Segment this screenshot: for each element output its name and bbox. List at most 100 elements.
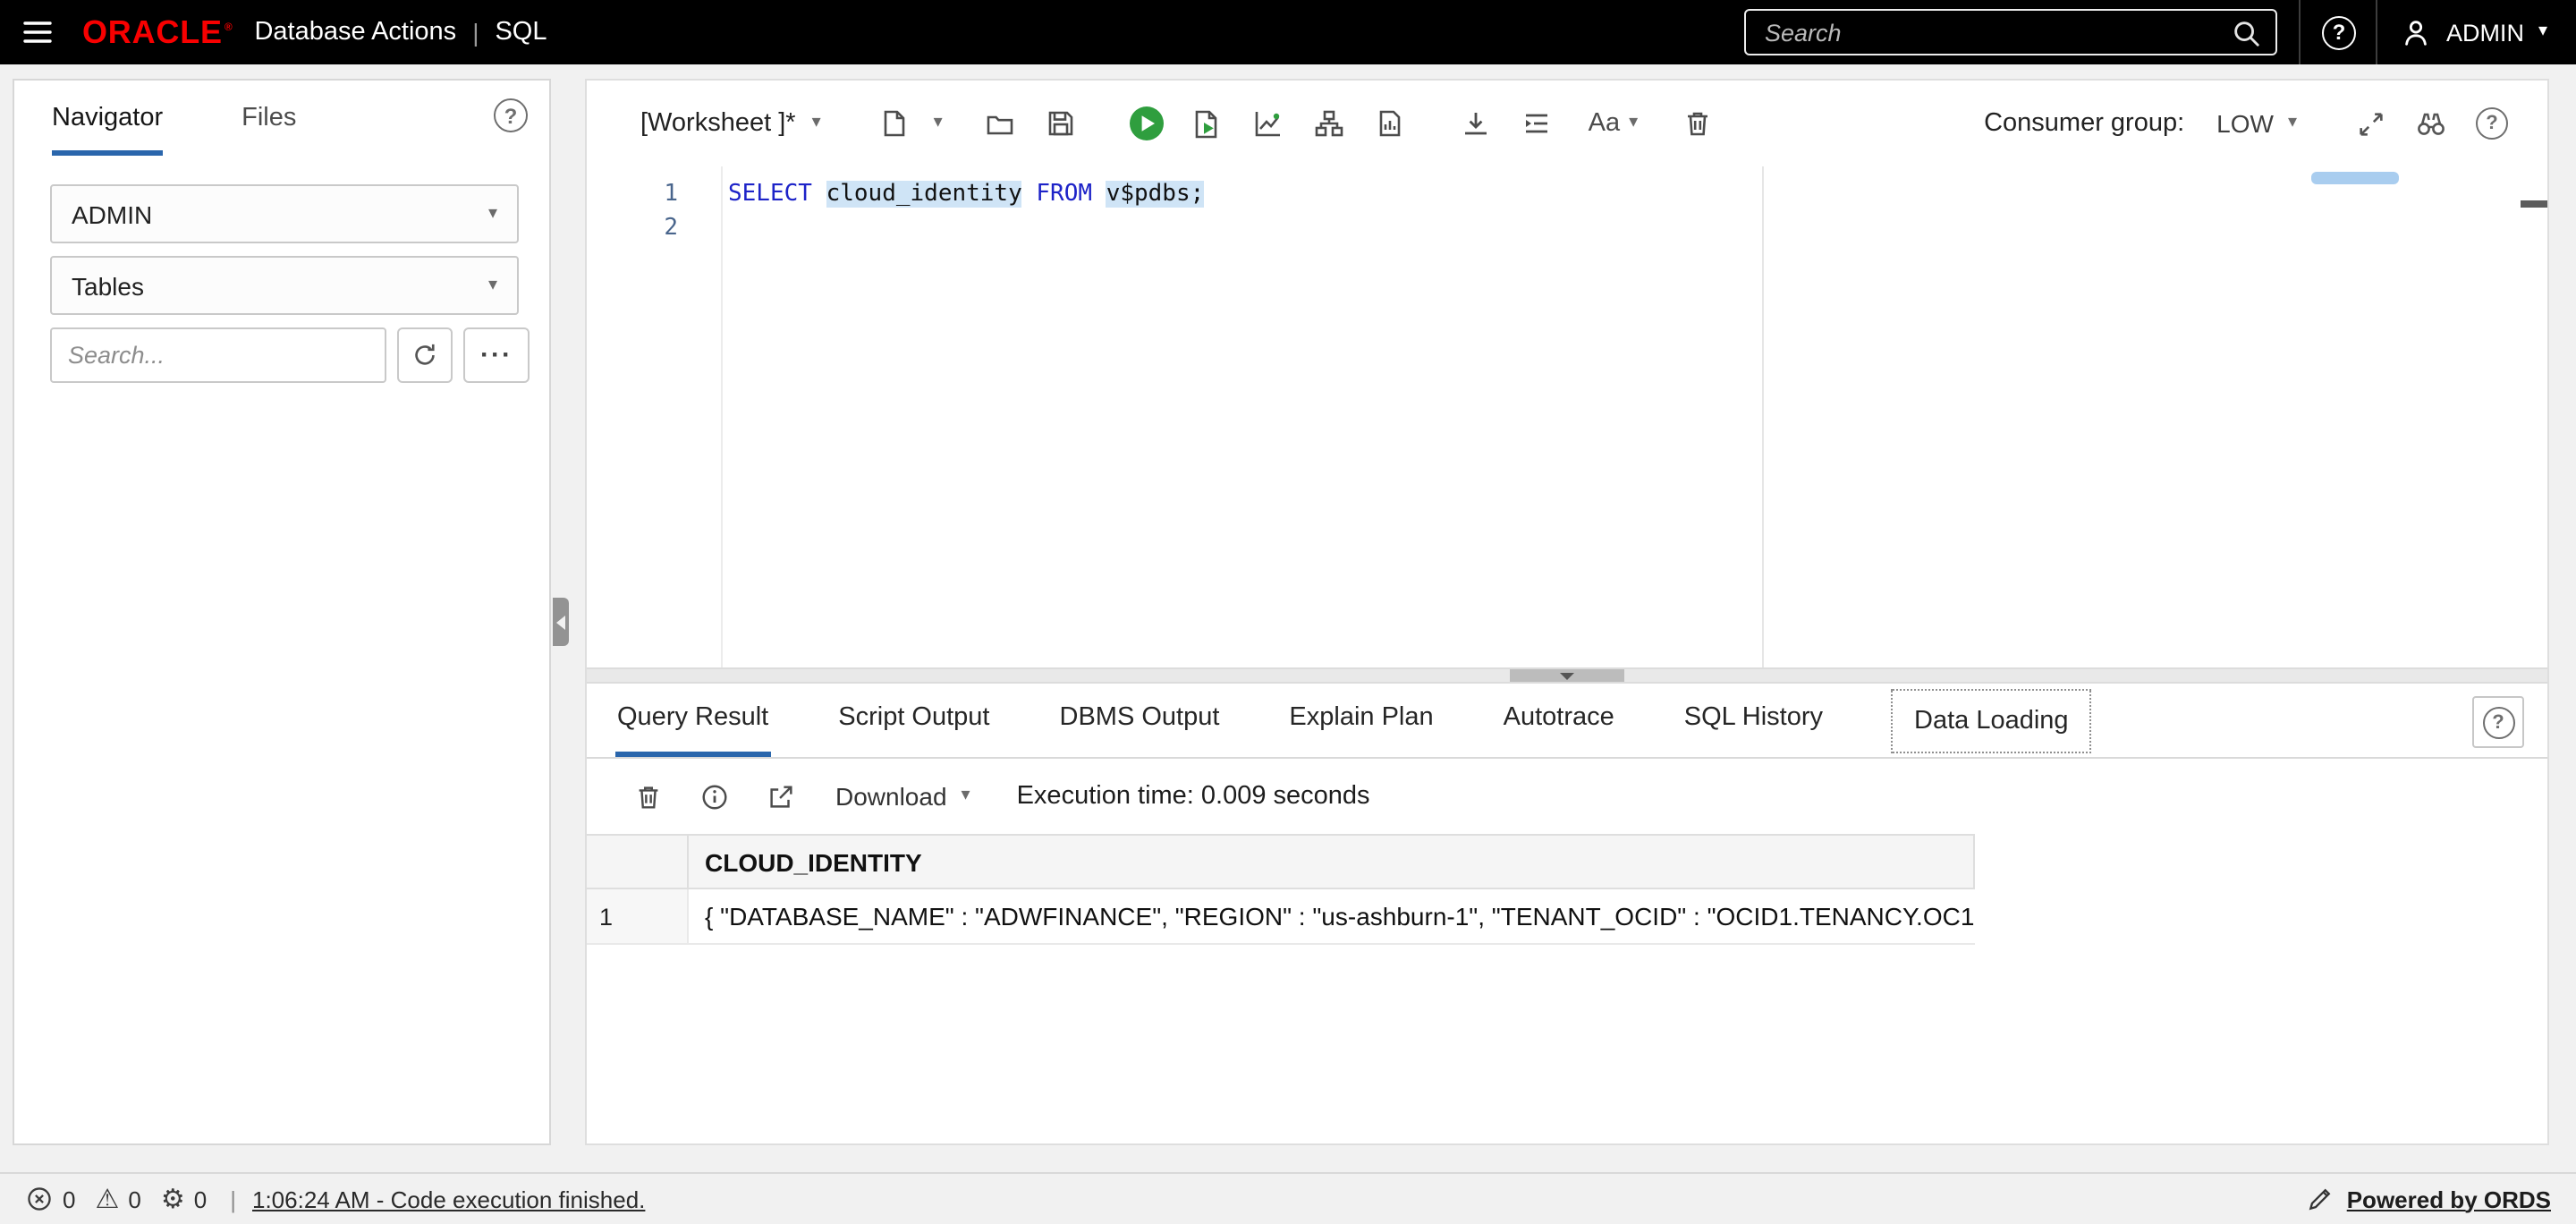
help-icon xyxy=(494,98,528,132)
row-number-cell: 1 xyxy=(587,889,689,943)
ellipsis-icon xyxy=(480,342,513,369)
app: ORACLE Database Actions | SQL ADMIN Navi… xyxy=(0,0,2576,1224)
find-binoculars-icon[interactable] xyxy=(2401,95,2462,152)
worksheet-title-dropdown[interactable]: [Worksheet ]* xyxy=(640,109,821,138)
sql-identifier: v$pdbs; xyxy=(1106,181,1205,208)
chevron-down-icon xyxy=(2288,115,2297,132)
error-count: 0 xyxy=(63,1186,76,1212)
consumer-group-value: LOW xyxy=(2216,109,2274,138)
powered-by-ords-link[interactable]: Powered by ORDS xyxy=(2306,1185,2551,1213)
help-icon xyxy=(2321,15,2356,49)
row-number-header[interactable] xyxy=(587,836,689,888)
tab-data-loading[interactable]: Data Loading xyxy=(1891,688,2092,752)
tab-sql-history[interactable]: SQL History xyxy=(1682,684,1825,757)
tab-query-result[interactable]: Query Result xyxy=(615,684,771,757)
help-button[interactable] xyxy=(2301,0,2377,64)
chevron-down-icon xyxy=(934,115,943,132)
column-header[interactable]: CLOUD_IDENTITY xyxy=(689,836,1973,888)
download-data-icon[interactable] xyxy=(1445,95,1506,152)
worksheet-toolbar: [Worksheet ]* ▾ ▾ Aa ▾ Consumer group: L… xyxy=(587,81,2547,166)
format-code-icon[interactable] xyxy=(1506,95,1567,152)
maximize-icon[interactable] xyxy=(2340,95,2401,152)
info-icon[interactable] xyxy=(682,768,748,825)
new-worksheet-icon[interactable] xyxy=(864,95,925,152)
result-table: CLOUD_IDENTITY 1 { "DATABASE_NAME" : "AD… xyxy=(587,834,2547,945)
error-circle-icon xyxy=(25,1185,54,1213)
explain-plan-icon[interactable] xyxy=(1238,95,1299,152)
sql-keyword: SELECT xyxy=(728,181,826,208)
consumer-group-select[interactable]: LOW xyxy=(2216,109,2297,138)
tab-files[interactable]: Files xyxy=(242,81,296,156)
tab-explain-plan[interactable]: Explain Plan xyxy=(1287,684,1435,757)
tab-dbms-output[interactable]: DBMS Output xyxy=(1058,684,1222,757)
app-section-sql: SQL xyxy=(495,18,547,47)
panel-collapse-handle[interactable] xyxy=(553,598,569,646)
status-message-link[interactable]: 1:06:24 AM - Code execution finished. xyxy=(252,1186,645,1212)
tab-autotrace[interactable]: Autotrace xyxy=(1502,684,1616,757)
run-script-button[interactable] xyxy=(1177,95,1238,152)
editor-margin-guide xyxy=(1762,166,1764,667)
table-row[interactable]: 1 { "DATABASE_NAME" : "ADWFINANCE", "REG… xyxy=(587,889,1975,945)
line-number: 1 xyxy=(664,181,678,208)
status-bar: 0 ⚠ 0 ⚙ 0 | 1:06:24 AM - Code execution … xyxy=(0,1172,2576,1224)
code-area[interactable]: SELECT cloud_identity FROM v$pdbs; xyxy=(723,166,2547,667)
worksheet-help-button[interactable] xyxy=(2462,95,2522,152)
tab-script-output[interactable]: Script Output xyxy=(836,684,991,757)
font-size-label: Aa xyxy=(1588,109,1621,138)
help-icon xyxy=(2482,706,2514,738)
chevron-down-icon xyxy=(812,115,821,132)
row-value-cell: { "DATABASE_NAME" : "ADWFINANCE", "REGIO… xyxy=(705,902,1975,931)
clear-worksheet-icon[interactable] xyxy=(1666,95,1727,152)
download-label: Download xyxy=(835,782,947,811)
chevron-down-icon xyxy=(2538,23,2547,41)
user-icon xyxy=(2402,17,2432,47)
results-help-button[interactable] xyxy=(2472,696,2524,748)
warning-count: 0 xyxy=(128,1186,141,1212)
sql-editor: 1 2 SELECT cloud_identity FROM v$pdbs; xyxy=(587,166,2547,667)
consumer-group-label: Consumer group: xyxy=(1984,109,2185,138)
open-file-icon[interactable] xyxy=(970,95,1030,152)
schema-select[interactable]: ADMIN xyxy=(50,184,519,243)
app-title: Database Actions xyxy=(254,18,457,47)
errors-counter[interactable]: 0 xyxy=(25,1185,75,1213)
splitter-handle[interactable] xyxy=(1510,669,1624,682)
line-number-gutter: 1 2 xyxy=(587,166,723,667)
refresh-button[interactable] xyxy=(397,327,453,383)
help-icon xyxy=(2476,107,2508,140)
user-menu[interactable]: ADMIN xyxy=(2378,0,2576,64)
autotrace-icon[interactable] xyxy=(1299,95,1360,152)
new-worksheet-chevron-icon[interactable] xyxy=(925,95,952,152)
object-type-select[interactable]: Tables xyxy=(50,256,519,315)
search-input[interactable] xyxy=(1746,19,2232,46)
title-divider: | xyxy=(472,18,479,47)
run-statement-button[interactable] xyxy=(1116,95,1177,152)
execution-time: Execution time: 0.009 seconds xyxy=(1016,782,1370,811)
open-in-new-window-icon[interactable] xyxy=(748,768,814,825)
clear-results-icon[interactable] xyxy=(615,768,682,825)
results-tabs: Query Result Script Output DBMS Output E… xyxy=(587,684,2547,759)
tab-navigator[interactable]: Navigator xyxy=(52,81,164,156)
processes-counter[interactable]: ⚙ 0 xyxy=(161,1185,208,1212)
sidebar-help-button[interactable] xyxy=(494,98,528,132)
search-icon[interactable] xyxy=(2232,17,2262,47)
horizontal-scrollbar-thumb[interactable] xyxy=(2311,172,2399,184)
results-toolbar: Download Execution time: 0.009 seconds xyxy=(587,759,2547,834)
sql-identifier: cloud_identity xyxy=(826,181,1022,208)
hamburger-menu-icon[interactable] xyxy=(0,0,75,64)
top-header: ORACLE Database Actions | SQL ADMIN xyxy=(0,0,2576,64)
result-table-header: CLOUD_IDENTITY xyxy=(587,834,1975,889)
object-search-input[interactable] xyxy=(50,327,386,383)
sql-keyword: FROM xyxy=(1021,181,1106,208)
process-count: 0 xyxy=(193,1186,208,1212)
sql-monitor-icon[interactable] xyxy=(1360,95,1420,152)
save-icon[interactable] xyxy=(1030,95,1091,152)
worksheet-title: [Worksheet ]* xyxy=(640,109,796,138)
download-dropdown[interactable]: Download xyxy=(835,782,970,811)
chevron-down-icon xyxy=(962,787,970,805)
warnings-counter[interactable]: ⚠ 0 xyxy=(95,1185,141,1212)
more-options-button[interactable] xyxy=(463,327,530,383)
navigator-panel: Navigator Files ADMIN Tables xyxy=(13,79,551,1145)
panel-splitter[interactable] xyxy=(587,667,2547,684)
font-size-dropdown[interactable]: Aa xyxy=(1589,109,1639,138)
chevron-down-icon xyxy=(488,276,497,294)
